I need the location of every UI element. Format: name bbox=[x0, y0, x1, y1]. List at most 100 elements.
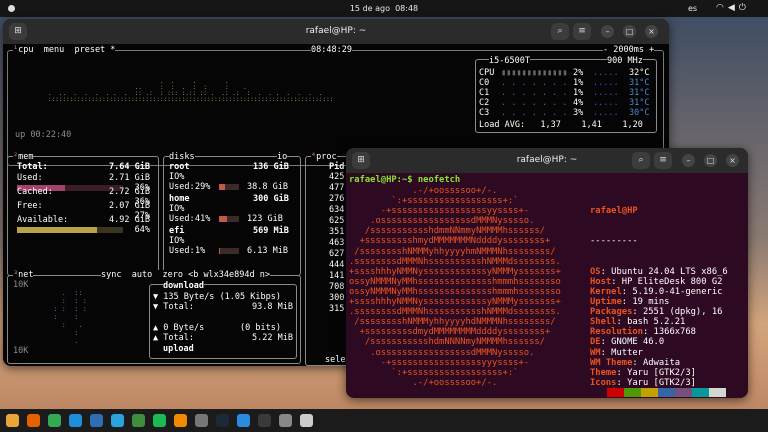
mem-total: Total: 7.64 GiB bbox=[17, 162, 150, 172]
menu-button[interactable]: ≡ bbox=[573, 23, 591, 40]
search-button[interactable]: ⌕ bbox=[551, 23, 569, 40]
mem-cached: Cached: 2.72 GiB bbox=[17, 187, 150, 197]
wifi-icon: ◠ bbox=[716, 3, 728, 13]
maximize-button[interactable]: □ bbox=[623, 25, 636, 38]
update-interval[interactable]: - 2000ms + bbox=[603, 45, 655, 55]
libreoffice-icon[interactable] bbox=[132, 414, 145, 427]
cpu-header: ¹cpu menu preset * bbox=[13, 45, 116, 55]
proc-pid: 634 bbox=[329, 205, 345, 215]
proc-pid: 276 bbox=[329, 194, 345, 204]
vlc-icon[interactable] bbox=[174, 414, 187, 427]
minimize-button[interactable]: – bbox=[682, 154, 695, 167]
info-row: Icons: Yaru [GTK2/3] bbox=[590, 378, 728, 388]
download-rate: ▼ 135 Byte/s (1.05 Kibps) bbox=[153, 292, 281, 302]
app-grid-icon[interactable] bbox=[300, 414, 313, 427]
upload-label: upload bbox=[163, 344, 194, 354]
menu-toggle[interactable]: menu bbox=[44, 45, 64, 55]
info-row: Shell: bash 5.2.21 bbox=[590, 317, 728, 327]
thunderbird-icon[interactable] bbox=[90, 414, 103, 427]
cpu-row-label: C0 bbox=[479, 78, 490, 88]
proc-pid: 315 bbox=[329, 304, 345, 314]
cpu-row-pct: 4% bbox=[573, 98, 584, 108]
firefox-icon[interactable] bbox=[27, 414, 40, 427]
disk-usage-fill bbox=[219, 248, 220, 254]
spotify-icon[interactable] bbox=[153, 414, 166, 427]
net-controls: sync auto zero <b wlx34e894d n> bbox=[101, 270, 270, 280]
cpu-row-temp: 30°C bbox=[629, 108, 650, 118]
disk-usage-fill bbox=[219, 184, 225, 190]
color-swatch bbox=[709, 388, 726, 397]
info-row: Uptime: 19 mins bbox=[590, 297, 728, 307]
dock bbox=[0, 409, 768, 432]
steam-icon[interactable] bbox=[216, 414, 229, 427]
cpu-row-pct: 1% bbox=[573, 88, 584, 98]
mem-free-label: Free: bbox=[17, 201, 43, 211]
cpu-row-temp: 31°C bbox=[629, 98, 650, 108]
proc-pid: 141 bbox=[329, 271, 345, 281]
info-value: : 19 mins bbox=[621, 297, 670, 308]
vscode-icon[interactable] bbox=[237, 414, 250, 427]
preset-toggle[interactable]: preset * bbox=[74, 45, 115, 55]
menu-button[interactable]: ≡ bbox=[654, 152, 672, 169]
proc-pid: 444 bbox=[329, 260, 345, 270]
auto-toggle[interactable]: auto bbox=[132, 270, 152, 280]
cpu-model: i5-6500T bbox=[489, 56, 530, 66]
net-graph: . :: : : : : : : : : : : . : . bbox=[53, 289, 87, 345]
telegram-icon[interactable] bbox=[111, 414, 124, 427]
color-swatch bbox=[692, 388, 709, 397]
cpu-graph: . . . . .. : : . : : : . . .. . . . . . … bbox=[48, 78, 334, 103]
search-button[interactable]: ⌕ bbox=[632, 152, 650, 169]
files-icon[interactable] bbox=[6, 414, 19, 427]
zero-toggle[interactable]: zero bbox=[162, 270, 182, 280]
cpu-row-pct: 2% bbox=[573, 68, 584, 78]
color-swatch bbox=[641, 388, 658, 397]
mem-free-pct: 27% bbox=[134, 211, 150, 221]
info-value: : bash 5.2.21 bbox=[616, 317, 686, 328]
chrome-icon[interactable] bbox=[48, 414, 61, 427]
proc-select[interactable]: sele bbox=[325, 355, 345, 365]
proc-pid: 708 bbox=[329, 282, 345, 292]
volume-icon: ◀ bbox=[727, 3, 739, 13]
disks-io-toggle[interactable]: io bbox=[277, 152, 288, 162]
disk-used-value: 123 GiB bbox=[247, 214, 283, 224]
close-button[interactable]: × bbox=[645, 25, 658, 38]
disk-io-label: IO% bbox=[169, 172, 185, 182]
minimize-button[interactable]: – bbox=[601, 25, 614, 38]
mem-avail: Available: 4.92 GiB bbox=[17, 215, 150, 225]
system-tray[interactable]: ◠◀⏻ bbox=[716, 3, 750, 13]
disk-io-label: IO% bbox=[169, 204, 185, 214]
info-key: Host bbox=[590, 276, 612, 287]
clock[interactable]: 15 de ago 08:48 bbox=[0, 4, 768, 13]
mem-title-text: mem bbox=[18, 152, 34, 162]
disks-title: disks bbox=[169, 152, 195, 162]
net-header: ³net bbox=[13, 270, 34, 280]
title-bar: ⊞ rafael@HP: ~ ⌕ ≡ – □ × bbox=[346, 148, 748, 173]
language-indicator[interactable]: es bbox=[688, 4, 697, 13]
load-5: 1,41 bbox=[581, 120, 602, 130]
terminal-icon[interactable] bbox=[258, 414, 271, 427]
cpu-row-graph: ▮▮▮▮▮▮▮▮▮▮▮▮▮ bbox=[501, 68, 568, 78]
info-value: : Mutter bbox=[600, 347, 643, 358]
maximize-button[interactable]: □ bbox=[704, 154, 717, 167]
proc-pid: 300 bbox=[329, 293, 345, 303]
upload-total-label: Total: bbox=[163, 333, 194, 343]
info-value: : 1366x768 bbox=[642, 327, 696, 338]
upload-total: ▲ Total: 5.22 MiB bbox=[153, 333, 293, 343]
mem-used-value: 2.71 GiB bbox=[109, 173, 150, 183]
edge-icon[interactable] bbox=[69, 414, 82, 427]
net-interface[interactable]: wlx34e894d bbox=[203, 270, 254, 280]
disk-name: efi bbox=[169, 226, 185, 236]
mem-cached-value: 2.72 GiB bbox=[109, 187, 150, 197]
load-avg: Load AVG: 1,37 1,41 1,20 bbox=[479, 120, 643, 130]
ubuntu-ascii-logo: .-/+oossssoo+/-. `:+ssssssssssssssssss+:… bbox=[349, 186, 561, 388]
proc-pid: 627 bbox=[329, 249, 345, 259]
cpu-row-graph: . . . . . . . bbox=[501, 88, 568, 98]
info-value: : 5.19.0-41-generic bbox=[621, 286, 723, 297]
close-button[interactable]: × bbox=[726, 154, 739, 167]
cpu-row-temp: 31°C bbox=[629, 78, 650, 88]
sync-toggle[interactable]: sync bbox=[101, 270, 121, 280]
cpu-row-label: C1 bbox=[479, 88, 490, 98]
shell-prompt[interactable]: rafael@HP:~$ neofetch bbox=[349, 175, 460, 185]
camera-icon[interactable] bbox=[195, 414, 208, 427]
settings-icon[interactable] bbox=[279, 414, 292, 427]
